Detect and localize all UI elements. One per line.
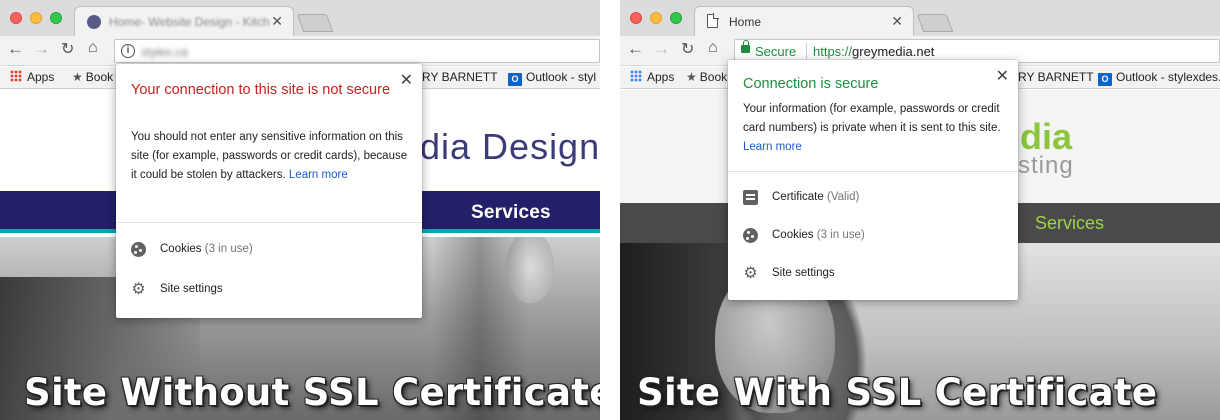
caption-with-ssl: Site With SSL Certificate: [637, 371, 1158, 414]
browser-toolbar: ← → ↻ ⌂ i stylex.ca: [0, 36, 600, 66]
maximize-window-button[interactable]: [50, 12, 62, 24]
home-icon[interactable]: ⌂: [88, 39, 98, 57]
site-logo-text: dia Design: [420, 126, 600, 167]
secure-indicator[interactable]: Secure: [755, 44, 796, 59]
cookie-icon: [131, 242, 146, 257]
close-icon[interactable]: ✕: [996, 66, 1009, 86]
apps-grid-icon: [10, 70, 22, 82]
bookmark-barnett[interactable]: RY BARNETT: [422, 70, 498, 84]
popup-divider: [116, 222, 422, 223]
popup-divider: [728, 171, 1018, 172]
bookmark-book[interactable]: ★ Book: [686, 70, 727, 84]
cookies-count: (3 in use): [816, 229, 865, 241]
site-info-popup: ✕ Your connection to this site is not se…: [116, 64, 422, 318]
new-tab-button[interactable]: [296, 14, 334, 32]
cookies-count: (3 in use): [204, 243, 253, 255]
address-bar[interactable]: i stylex.ca: [114, 39, 600, 63]
back-arrow-icon[interactable]: ←: [7, 39, 24, 59]
learn-more-link[interactable]: Learn more: [289, 169, 348, 181]
bookmark-outlook[interactable]: O Outlook - stylexdes.: [1098, 70, 1220, 86]
cookies-row-label: Cookies (3 in use): [772, 229, 865, 241]
back-arrow-icon[interactable]: ←: [627, 39, 644, 59]
apps-grid-icon: [630, 70, 642, 82]
minimize-window-button[interactable]: [30, 12, 42, 24]
url-text[interactable]: stylex.ca: [141, 45, 188, 59]
pane-divider: [600, 0, 620, 420]
site-logo-subtext: sting: [1018, 152, 1074, 179]
close-window-button[interactable]: [10, 12, 22, 24]
outlook-icon: O: [1098, 73, 1112, 86]
close-window-button[interactable]: [630, 12, 642, 24]
bookmark-outlook-label: Outlook - stylexdes.: [1116, 70, 1220, 84]
right-browser-window: Home ✕ ← → ↻ ⌂ Secure https://greymedia.…: [620, 0, 1220, 420]
bookmark-book-label: Book: [85, 70, 114, 84]
tab-close-icon[interactable]: ✕: [891, 13, 903, 30]
url-text[interactable]: https://greymedia.net: [813, 44, 934, 59]
url-scheme: https://: [813, 44, 853, 59]
secure-body-text: Your information (for example, passwords…: [743, 103, 1001, 134]
connection-warning-heading: Your connection to this site is not secu…: [131, 82, 391, 98]
certificate-label: Certificate: [772, 191, 824, 203]
maximize-window-button[interactable]: [670, 12, 682, 24]
connection-secure-heading: Connection is secure: [743, 76, 879, 92]
star-icon: ★: [686, 70, 697, 84]
learn-more-link[interactable]: Learn more: [743, 141, 802, 153]
bookmark-apps-label: Apps: [27, 70, 55, 84]
close-icon[interactable]: ✕: [400, 70, 413, 90]
info-icon[interactable]: i: [121, 44, 135, 58]
certificate-row-label: Certificate (Valid): [772, 191, 859, 203]
minimize-window-button[interactable]: [650, 12, 662, 24]
bookmark-barnett[interactable]: RY BARNETT: [1018, 70, 1094, 84]
bookmark-apps[interactable]: Apps: [10, 70, 54, 84]
bookmark-book[interactable]: ★ Book: [72, 70, 113, 84]
omnibox-divider: [806, 43, 807, 59]
cookies-label: Cookies: [160, 243, 202, 255]
cookies-row-label: Cookies (3 in use): [160, 243, 253, 255]
connection-warning-text: You should not enter any sensitive infor…: [131, 128, 411, 185]
caption-without-ssl: Site Without SSL Certificate: [24, 371, 600, 414]
forward-arrow-icon[interactable]: →: [33, 39, 50, 59]
page-document-icon: [707, 13, 719, 28]
forward-arrow-icon[interactable]: →: [653, 39, 670, 59]
bookmark-apps[interactable]: Apps: [630, 70, 674, 84]
site-info-popup: ✕ Connection is secure Your information …: [728, 60, 1018, 300]
certificate-status: (Valid): [826, 191, 860, 203]
browser-tab[interactable]: Home- Website Design - Kitch ✕: [74, 6, 294, 36]
new-tab-button[interactable]: [916, 14, 954, 32]
connection-secure-text: Your information (for example, passwords…: [743, 100, 1005, 157]
tab-strip: Home- Website Design - Kitch ✕: [0, 0, 600, 36]
tab-strip: Home ✕: [620, 0, 1220, 36]
reload-icon[interactable]: ↻: [61, 39, 74, 59]
bookmark-book-label: Book: [699, 70, 728, 84]
site-settings-label: Site settings: [772, 267, 835, 279]
warning-body-text: You should not enter any sensitive infor…: [131, 131, 408, 181]
star-icon: ★: [72, 70, 83, 84]
bookmark-outlook[interactable]: O Outlook - styl: [508, 70, 596, 86]
bookmark-apps-label: Apps: [647, 70, 675, 84]
url-host: greymedia.net: [852, 44, 935, 59]
lock-icon[interactable]: [741, 40, 750, 53]
gear-icon: ⚙: [131, 281, 146, 298]
nav-services-link[interactable]: Services: [1035, 213, 1104, 234]
outlook-icon: O: [508, 73, 522, 86]
home-icon[interactable]: ⌂: [708, 39, 718, 57]
tab-close-icon[interactable]: ✕: [271, 13, 283, 30]
cookie-icon: [743, 228, 758, 243]
reload-icon[interactable]: ↻: [681, 39, 694, 59]
gear-icon: ⚙: [743, 265, 758, 282]
left-browser-window: Home- Website Design - Kitch ✕ ← → ↻ ⌂ i…: [0, 0, 600, 420]
tab-title: Home: [729, 15, 762, 29]
cookies-label: Cookies: [772, 229, 814, 241]
certificate-icon: [743, 190, 758, 205]
tab-title: Home- Website Design - Kitch: [109, 15, 269, 29]
browser-tab[interactable]: Home ✕: [694, 6, 914, 36]
bookmark-outlook-label: Outlook - styl: [526, 70, 597, 84]
nav-services-link[interactable]: Services: [471, 202, 551, 224]
site-favicon-icon: [87, 15, 101, 29]
site-settings-label: Site settings: [160, 283, 223, 295]
